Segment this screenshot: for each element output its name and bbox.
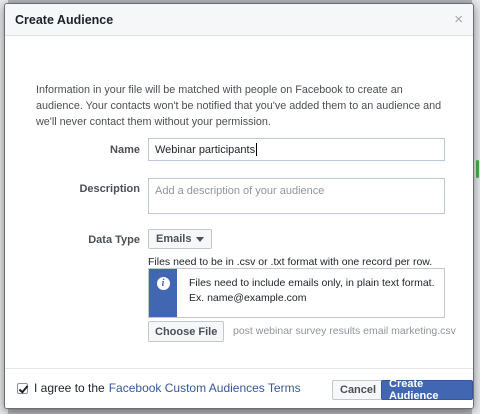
description-input[interactable]: Add a description of your audience <box>148 178 445 214</box>
create-audience-dialog: Create Audience × Information in your fi… <box>4 3 474 409</box>
info-icon: i <box>156 277 170 290</box>
chevron-down-icon <box>196 236 205 242</box>
data-type-selected: Emails <box>156 233 192 245</box>
selected-file-name: post webinar survey results email market… <box>233 325 456 337</box>
data-type-label: Data Type <box>88 234 140 246</box>
description-placeholder: Add a description of your audience <box>155 185 325 197</box>
agree-terms: I agree to the Facebook Custom Audiences… <box>17 381 301 395</box>
name-input-value: Webinar participants <box>155 143 256 156</box>
name-label: Name <box>110 144 140 156</box>
dialog-footer: I agree to the Facebook Custom Audiences… <box>5 368 473 408</box>
info-box-text: Files need to include emails only, in pl… <box>177 269 435 317</box>
name-input[interactable]: Webinar participants <box>148 138 445 161</box>
choose-file-button[interactable]: Choose File <box>148 321 225 342</box>
info-box: i Files need to include emails only, in … <box>148 268 445 318</box>
description-label: Description <box>79 183 140 195</box>
intro-text: Information in your file will be matched… <box>36 84 442 128</box>
files-format-note: Files need to be in .csv or .txt format … <box>148 256 433 268</box>
background-accent <box>476 160 479 178</box>
create-audience-button[interactable]: Create Audience <box>381 378 473 402</box>
dialog-body: Information in your file will be matched… <box>5 37 473 367</box>
terms-link[interactable]: Facebook Custom Audiences Terms <box>109 381 301 395</box>
data-type-dropdown[interactable]: Emails <box>148 229 213 249</box>
text-cursor <box>256 143 258 156</box>
info-line-1: Files need to include emails only, in pl… <box>189 277 435 289</box>
cancel-button[interactable]: Cancel <box>332 380 385 400</box>
close-icon[interactable]: × <box>454 12 463 27</box>
dialog-title: Create Audience <box>15 12 114 27</box>
info-box-sidebar: i <box>149 269 177 317</box>
info-line-2: Ex. name@example.com <box>189 292 307 304</box>
dialog-header: Create Audience × <box>5 4 473 36</box>
agree-text: I agree to the <box>34 381 105 395</box>
agree-checkbox[interactable] <box>17 382 28 394</box>
